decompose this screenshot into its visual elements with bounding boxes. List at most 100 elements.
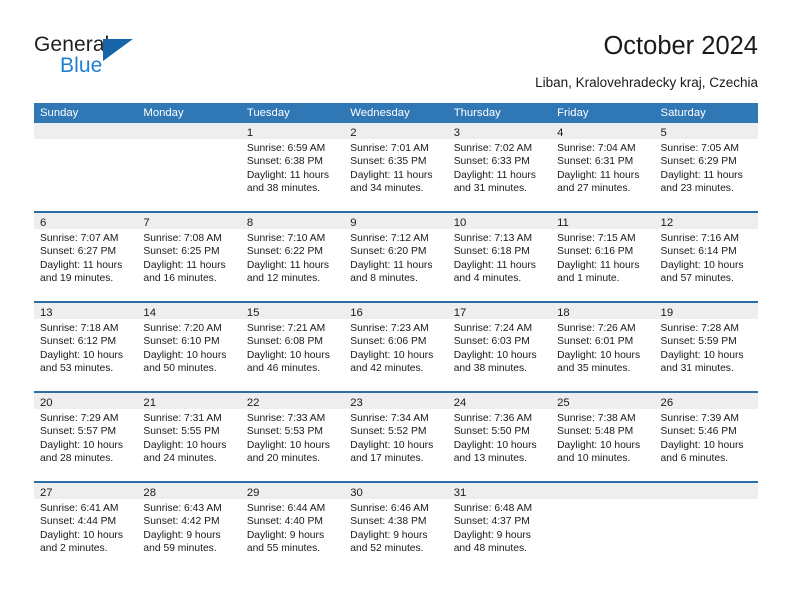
calendar-day-cell-empty (34, 123, 138, 211)
day-number-band: 3 (447, 123, 552, 139)
day-number: 4 (557, 127, 564, 139)
calendar-week-row: 13 Sunrise: 7:18 AM Sunset: 6:12 PM Dayligh… (34, 303, 758, 393)
sunrise-text: Sunrise: 7:08 AM (143, 233, 222, 244)
sunset-text: Sunset: 6:10 PM (143, 336, 220, 348)
daylight-text: Daylight: 10 hours and 28 minutes. (40, 439, 123, 465)
calendar-day-cell[interactable]: 21 Sunrise: 7:31 AM Sunset: 5:55 PM Dayligh… (137, 393, 241, 481)
calendar-day-cell[interactable]: 26 Sunrise: 7:39 AM Sunset: 5:46 PM Dayligh… (654, 393, 758, 481)
calendar-day-cell[interactable]: 11 Sunrise: 7:15 AM Sunset: 6:16 PM Dayligh… (551, 213, 655, 301)
day-number-band: 30 (344, 483, 448, 499)
sunset-text: Sunset: 6:33 PM (453, 156, 530, 168)
sunrise-text: Sunrise: 7:36 AM (453, 413, 533, 424)
calendar-day-cell[interactable]: 16 Sunrise: 7:23 AM Sunset: 6:06 PM Dayligh… (344, 303, 448, 391)
daylight-text: Daylight: 9 hours and 55 minutes. (246, 529, 325, 555)
sunrise-text: Sunrise: 6:44 AM (246, 503, 326, 514)
sunrise-text: Sunrise: 7:07 AM (40, 233, 119, 244)
sunrise-text: Sunrise: 7:21 AM (246, 323, 326, 334)
day-number: 3 (453, 127, 460, 139)
day-sun-info: Sunrise: 7:31 AM Sunset: 5:55 PM Daylight:… (137, 409, 240, 466)
day-sun-info: Sunrise: 7:01 AM Sunset: 6:35 PM Daylight:… (344, 139, 447, 196)
calendar-day-cell[interactable]: 1 Sunrise: 6:59 AM Sunset: 6:38 PM Daylight… (240, 123, 345, 211)
day-number: 9 (350, 217, 357, 229)
day-number: 23 (350, 397, 363, 409)
calendar-day-cell[interactable]: 12 Sunrise: 7:16 AM Sunset: 6:14 PM Dayligh… (654, 213, 758, 301)
calendar-day-cell[interactable]: 29 Sunrise: 6:44 AM Sunset: 4:40 PM Dayligh… (240, 483, 345, 571)
day-number: 2 (350, 127, 357, 139)
day-sun-info: Sunrise: 7:39 AM Sunset: 5:46 PM Daylight:… (655, 409, 758, 466)
sunrise-text: Sunrise: 7:26 AM (557, 323, 636, 334)
day-number: 22 (246, 397, 260, 409)
day-number: 15 (246, 307, 260, 319)
calendar-day-cell[interactable]: 23 Sunrise: 7:34 AM Sunset: 5:52 PM Dayligh… (344, 393, 448, 481)
calendar-day-cell[interactable]: 7 Sunrise: 7:08 AM Sunset: 6:25 PM Daylight… (137, 213, 241, 301)
calendar-day-cell-empty (137, 123, 241, 211)
day-sun-info: Sunrise: 6:59 AM Sunset: 6:38 PM Daylight:… (241, 139, 344, 196)
sunrise-text: Sunrise: 7:33 AM (246, 413, 326, 424)
day-sun-info: Sunrise: 7:07 AM Sunset: 6:27 PM Daylight:… (34, 229, 137, 286)
sunset-text: Sunset: 6:27 PM (40, 246, 117, 258)
calendar-day-cell[interactable]: 19 Sunrise: 7:28 AM Sunset: 5:59 PM Dayligh… (654, 303, 758, 391)
calendar-day-cell[interactable]: 6 Sunrise: 7:07 AM Sunset: 6:27 PM Daylight… (34, 213, 138, 301)
calendar-day-cell[interactable]: 10 Sunrise: 7:13 AM Sunset: 6:18 PM Dayligh… (447, 213, 552, 301)
day-number-band: 21 (137, 393, 241, 409)
day-number: 14 (143, 307, 156, 319)
calendar-day-cell[interactable]: 8 Sunrise: 7:10 AM Sunset: 6:22 PM Daylight… (240, 213, 345, 301)
calendar-week-row: 20 Sunrise: 7:29 AM Sunset: 5:57 PM Dayligh… (34, 393, 758, 483)
day-sun-info: Sunrise: 7:10 AM Sunset: 6:22 PM Daylight:… (241, 229, 344, 286)
daylight-text: Daylight: 10 hours and 10 minutes. (557, 439, 641, 465)
day-number-band: 16 (344, 303, 448, 319)
day-number: 8 (246, 217, 254, 229)
logo-text-blue: Blue (60, 54, 103, 77)
day-number-band: 10 (447, 213, 552, 229)
calendar-day-cell[interactable]: 18 Sunrise: 7:26 AM Sunset: 6:01 PM Dayligh… (551, 303, 655, 391)
calendar-day-cell[interactable]: 25 Sunrise: 7:38 AM Sunset: 5:48 PM Dayligh… (551, 393, 655, 481)
day-number: 26 (660, 397, 674, 409)
calendar-day-cell[interactable]: 4 Sunrise: 7:04 AM Sunset: 6:31 PM Daylight… (551, 123, 655, 211)
day-number: 11 (557, 217, 569, 229)
day-number-band: 17 (447, 303, 552, 319)
day-number: 10 (453, 217, 467, 229)
calendar-day-cell[interactable]: 30 Sunrise: 6:46 AM Sunset: 4:38 PM Dayligh… (344, 483, 448, 571)
day-number: 24 (453, 397, 467, 409)
day-number-band: 15 (240, 303, 345, 319)
day-number: 1 (246, 127, 254, 139)
sunset-text: Sunset: 6:12 PM (40, 336, 117, 348)
sunrise-text: Sunrise: 7:38 AM (557, 413, 636, 424)
calendar-day-cell[interactable]: 22 Sunrise: 7:33 AM Sunset: 5:53 PM Dayligh… (240, 393, 345, 481)
day-sun-info: Sunrise: 7:26 AM Sunset: 6:01 PM Daylight:… (551, 319, 654, 376)
day-sun-info: Sunrise: 7:24 AM Sunset: 6:03 PM Daylight:… (448, 319, 551, 376)
daylight-text: Daylight: 10 hours and 46 minutes. (246, 349, 330, 375)
calendar-day-cell[interactable]: 20 Sunrise: 7:29 AM Sunset: 5:57 PM Dayligh… (34, 393, 138, 481)
general-blue-logo[interactable]: General Blue (34, 33, 164, 83)
day-number: 19 (660, 307, 674, 319)
day-sun-info: Sunrise: 6:43 AM Sunset: 4:42 PM Daylight:… (137, 499, 240, 556)
calendar-day-cell[interactable]: 13 Sunrise: 7:18 AM Sunset: 6:12 PM Dayligh… (34, 303, 138, 391)
daylight-text: Daylight: 11 hours and 16 minutes. (143, 259, 226, 285)
day-number: 25 (557, 397, 570, 409)
sunset-text: Sunset: 6:22 PM (246, 246, 323, 258)
sunset-text: Sunset: 6:18 PM (453, 246, 530, 258)
sunrise-text: Sunrise: 7:20 AM (143, 323, 222, 334)
sunset-text: Sunset: 5:59 PM (660, 336, 737, 348)
day-sun-info: Sunrise: 7:02 AM Sunset: 6:33 PM Daylight:… (448, 139, 551, 196)
calendar-day-cell[interactable]: 31 Sunrise: 6:48 AM Sunset: 4:37 PM Dayligh… (447, 483, 552, 571)
calendar-day-cell[interactable]: 5 Sunrise: 7:05 AM Sunset: 6:29 PM Daylight… (654, 123, 758, 211)
calendar-day-cell[interactable]: 28 Sunrise: 6:43 AM Sunset: 4:42 PM Dayligh… (137, 483, 241, 571)
day-number-band: 22 (240, 393, 345, 409)
sunset-text: Sunset: 6:25 PM (143, 246, 220, 258)
calendar-day-cell[interactable]: 3 Sunrise: 7:02 AM Sunset: 6:33 PM Daylight… (447, 123, 552, 211)
calendar-day-cell[interactable]: 9 Sunrise: 7:12 AM Sunset: 6:20 PM Daylight… (344, 213, 448, 301)
day-sun-info: Sunrise: 7:23 AM Sunset: 6:06 PM Daylight:… (344, 319, 447, 376)
calendar-day-cell[interactable]: 15 Sunrise: 7:21 AM Sunset: 6:08 PM Dayligh… (240, 303, 345, 391)
calendar-day-cell[interactable]: 17 Sunrise: 7:24 AM Sunset: 6:03 PM Dayligh… (447, 303, 552, 391)
calendar-day-cell[interactable]: 2 Sunrise: 7:01 AM Sunset: 6:35 PM Daylight… (344, 123, 448, 211)
calendar-day-cell[interactable]: 27 Sunrise: 6:41 AM Sunset: 4:44 PM Dayligh… (34, 483, 138, 571)
day-number: 20 (40, 397, 53, 409)
daylight-text: Daylight: 11 hours and 38 minutes. (246, 169, 330, 195)
calendar-day-cell[interactable]: 24 Sunrise: 7:36 AM Sunset: 5:50 PM Dayligh… (447, 393, 552, 481)
day-sun-info: Sunrise: 7:12 AM Sunset: 6:20 PM Daylight:… (344, 229, 447, 286)
day-sun-info: Sunrise: 7:16 AM Sunset: 6:14 PM Daylight:… (655, 229, 758, 286)
day-sun-info: Sunrise: 7:36 AM Sunset: 5:50 PM Daylight:… (448, 409, 551, 466)
calendar-day-cell[interactable]: 14 Sunrise: 7:20 AM Sunset: 6:10 PM Dayligh… (137, 303, 241, 391)
sunrise-text: Sunrise: 7:23 AM (350, 323, 429, 334)
